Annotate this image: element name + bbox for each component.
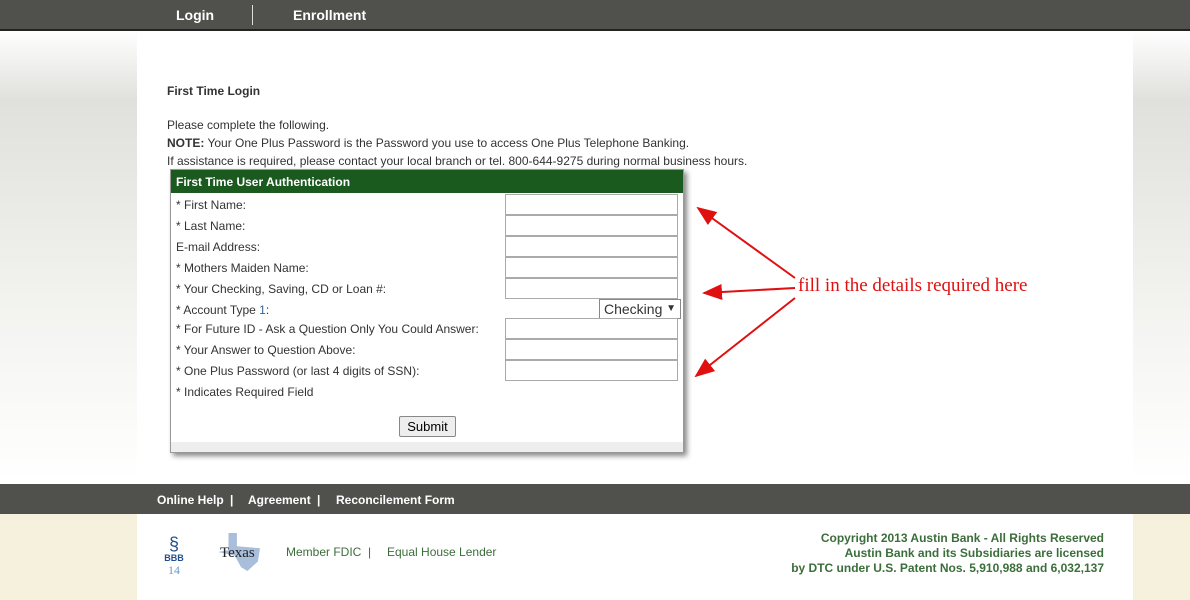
field-label: * Your Answer to Question Above:: [176, 343, 356, 357]
first-name-input[interactable]: [505, 194, 678, 215]
field-first-name: * First Name:: [176, 194, 680, 215]
field-label: * One Plus Password (or last 4 digits of…: [176, 364, 420, 378]
intro-line: Please complete the following.: [167, 118, 330, 132]
field-label: E-mail Address:: [176, 240, 261, 254]
footer-online-help[interactable]: Online Help: [157, 493, 224, 507]
select-value: Checking: [604, 301, 663, 317]
field-maiden-name: * Mothers Maiden Name:: [176, 257, 680, 278]
field-label: * For Future ID - Ask a Question Only Yo…: [176, 322, 479, 336]
field-security-question: * For Future ID - Ask a Question Only Yo…: [176, 318, 680, 339]
field-last-name: * Last Name:: [176, 215, 680, 236]
texas-logo-text: Texas: [220, 545, 255, 561]
footer-sep: |: [317, 493, 321, 507]
password-input[interactable]: [505, 360, 678, 381]
footer-sep: |: [230, 493, 234, 507]
bbb-number: 14: [168, 563, 180, 577]
security-answer-input[interactable]: [505, 339, 678, 360]
required-note-text: * Indicates Required Field: [176, 385, 314, 399]
arrow-icon: [696, 206, 796, 279]
annotation-arrows: [694, 206, 796, 378]
footer-sep: |: [368, 545, 372, 559]
account-type-number: 1: [259, 303, 266, 317]
form-footer: [171, 442, 683, 452]
nav-divider: [252, 5, 253, 25]
intro-text: Please complete the following. NOTE: You…: [167, 116, 747, 170]
email-input[interactable]: [505, 236, 678, 257]
footer-agreement[interactable]: Agreement: [248, 493, 311, 507]
account-type-text: * Account Type: [176, 303, 260, 317]
field-label: * First Name:: [176, 198, 247, 212]
footer-reconcilement[interactable]: Reconcilement Form: [336, 493, 455, 507]
copyright-line: by DTC under U.S. Patent Nos. 5,910,988 …: [791, 561, 1104, 575]
footer-nav: Online Help | Agreement | Reconcilement …: [0, 484, 1190, 514]
member-fdic-link[interactable]: Member FDIC: [286, 545, 361, 559]
security-question-input[interactable]: [505, 318, 678, 339]
annotation-text: fill in the details required here: [798, 275, 1028, 296]
top-nav: Login Enrollment: [0, 0, 1190, 31]
field-label: * Mothers Maiden Name:: [176, 261, 309, 275]
assistance-line: If assistance is required, please contac…: [167, 154, 748, 168]
chevron-down-icon: ▼: [666, 303, 676, 314]
nav-enrollment[interactable]: Enrollment: [293, 7, 366, 23]
bbb-text: BBB: [164, 553, 184, 563]
note-text: Your One Plus Password is the Password y…: [204, 136, 690, 150]
bbb-logo[interactable]: § BBB 14: [162, 535, 186, 578]
field-security-answer: * Your Answer to Question Above:: [176, 339, 680, 360]
field-label: * Account Type 1:: [176, 303, 269, 317]
submit-button[interactable]: Submit: [399, 416, 456, 437]
copyright: Copyright 2013 Austin Bank - All Rights …: [791, 531, 1104, 576]
page-title: First Time Login: [167, 84, 261, 98]
field-account-type: * Account Type 1: Checking ▼: [176, 299, 681, 320]
account-type-select[interactable]: Checking ▼: [599, 299, 681, 319]
required-note: * Indicates Required Field: [176, 381, 680, 402]
maiden-name-input[interactable]: [505, 257, 678, 278]
account-number-input[interactable]: [505, 278, 678, 299]
colon: :: [265, 303, 270, 317]
note-label: NOTE:: [167, 136, 205, 150]
last-name-input[interactable]: [505, 215, 678, 236]
form-header: First Time User Authentication: [171, 170, 683, 193]
field-label: * Your Checking, Saving, CD or Loan #:: [176, 282, 387, 296]
arrow-icon: [694, 297, 796, 378]
arrow-icon: [702, 284, 796, 301]
field-label: * Last Name:: [176, 219, 246, 233]
field-email: E-mail Address:: [176, 236, 680, 257]
equal-housing-link[interactable]: Equal House Lender: [387, 545, 496, 559]
nav-login[interactable]: Login: [176, 7, 214, 23]
field-account-number: * Your Checking, Saving, CD or Loan #:: [176, 278, 680, 299]
copyright-line: Copyright 2013 Austin Bank - All Rights …: [820, 531, 1104, 545]
field-password: * One Plus Password (or last 4 digits of…: [176, 360, 680, 381]
copyright-line: Austin Bank and its Subsidiaries are lic…: [844, 546, 1104, 560]
note-line: NOTE: Your One Plus Password is the Pass…: [167, 134, 747, 152]
auth-form: First Time User Authentication * First N…: [170, 169, 684, 453]
